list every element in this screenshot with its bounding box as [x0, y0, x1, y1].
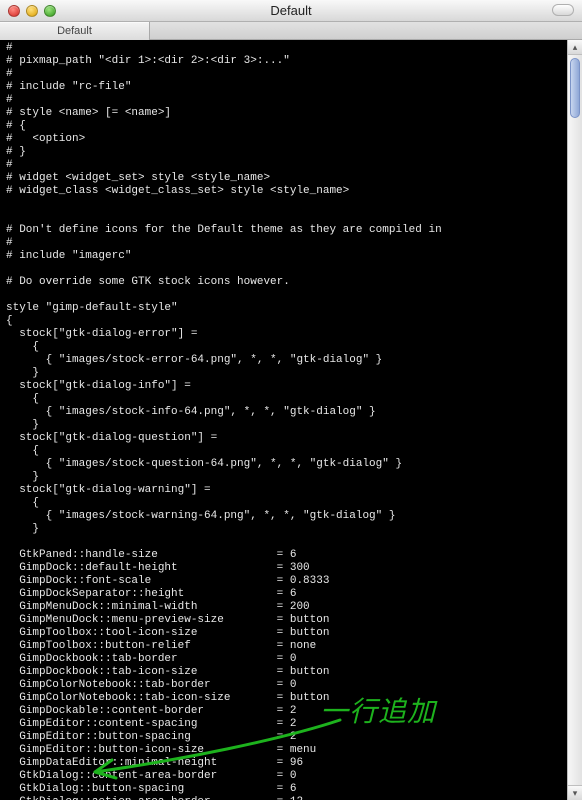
- scroll-up-icon[interactable]: ▴: [568, 40, 582, 55]
- window-title: Default: [0, 3, 582, 18]
- titlebar: Default: [0, 0, 582, 22]
- vertical-scrollbar[interactable]: ▴ ▾: [567, 40, 582, 800]
- tab-default[interactable]: Default: [0, 22, 150, 40]
- toolbar-pill-icon[interactable]: [552, 4, 574, 16]
- scroll-thumb[interactable]: [570, 58, 580, 118]
- editor-viewport[interactable]: # # pixmap_path "<dir 1>:<dir 2>:<dir 3>…: [0, 40, 582, 800]
- scroll-down-icon[interactable]: ▾: [568, 785, 582, 800]
- tab-bar: Default: [0, 22, 582, 40]
